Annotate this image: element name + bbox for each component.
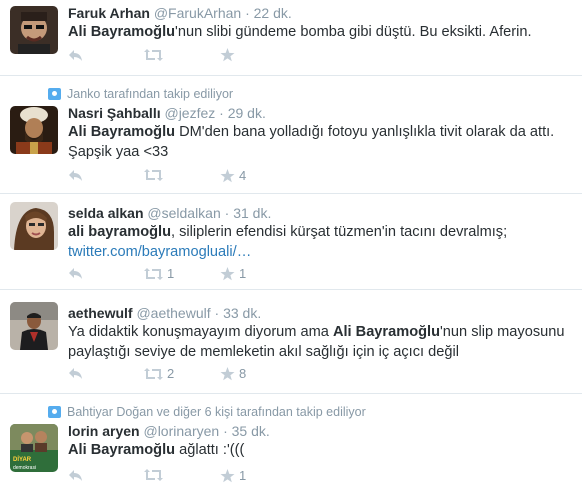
fullname[interactable]: lorin aryen	[68, 423, 140, 439]
reply-icon	[69, 368, 82, 379]
tweet-text-rest: 'nun slibi gündeme bomba gibi düştü. Bu …	[175, 24, 532, 40]
avatar[interactable]	[10, 6, 58, 54]
mention[interactable]: Ali Bayramoğlu	[68, 124, 175, 140]
reply-button[interactable]	[68, 468, 84, 482]
tweet-4[interactable]: aethewulf @aethewulf · 33 dk. Ya didakti…	[0, 290, 582, 394]
fullname[interactable]: Faruk Arhan	[68, 5, 150, 21]
handle[interactable]: @FarukArhan	[154, 5, 241, 21]
tweet-text: Ali Bayramoğlu'nun slibi gündeme bomba g…	[68, 22, 572, 42]
timestamp[interactable]: · 31 dk.	[225, 205, 272, 221]
favorite-icon	[220, 266, 235, 280]
favorite-button[interactable]: 8	[220, 366, 246, 381]
tweet-text: ali bayramoğlu, siliplerin efendisi kürş…	[68, 222, 572, 262]
tweet-text: Ali Bayramoğlu ağlattı :'(((	[68, 440, 572, 460]
favorite-button[interactable]: 1	[220, 468, 246, 483]
mention[interactable]: Ali Bayramoğlu	[68, 442, 175, 458]
tweet-text-rest: , siliplerin efendisi kürşat tüzmen'in t…	[171, 224, 508, 240]
retweet-icon	[144, 169, 163, 181]
follow-context[interactable]: Janko tarafından takip ediliyor	[48, 86, 233, 102]
reply-icon	[69, 470, 82, 481]
avatar[interactable]	[10, 302, 58, 350]
mention[interactable]: Ali Bayramoğlu	[333, 324, 440, 340]
avatar-text-2: demokrasi	[13, 465, 36, 471]
fullname[interactable]: aethewulf	[68, 305, 133, 321]
favorite-icon	[220, 468, 235, 482]
handle[interactable]: @lorinaryen	[143, 423, 219, 439]
tweet-text-line2: Şapşik yaa <33	[68, 144, 169, 160]
timestamp[interactable]: · 35 dk.	[223, 423, 270, 439]
mention[interactable]: ali bayramoğlu	[68, 224, 171, 240]
handle[interactable]: @aethewulf	[136, 305, 210, 321]
tweet-5[interactable]: Bahtiyar Doğan ve diğer 6 kişi tarafında…	[0, 394, 582, 492]
tweet-header: aethewulf @aethewulf · 33 dk.	[68, 304, 261, 322]
handle[interactable]: @seldalkan	[147, 205, 220, 221]
fullname[interactable]: selda alkan	[68, 205, 144, 221]
handle[interactable]: @jezfez	[164, 105, 215, 121]
favorite-count: 1	[239, 266, 247, 281]
tweet-text-line2: paylaştığı seviye de memleketin akıl sağ…	[68, 344, 459, 360]
reply-icon	[69, 50, 82, 61]
timestamp[interactable]: · 22 dk.	[245, 5, 292, 21]
favorite-icon	[220, 48, 235, 62]
tweet-3[interactable]: selda alkan @seldalkan · 31 dk. ali bayr…	[0, 194, 582, 290]
tweet-link[interactable]: twitter.com/bayramogluali/…	[68, 244, 251, 260]
favorite-count: 8	[239, 366, 247, 381]
follow-context-icon	[48, 88, 61, 100]
retweet-icon	[144, 367, 163, 380]
reply-icon	[69, 268, 82, 279]
follow-context-text: Janko tarafından takip ediliyor	[67, 87, 234, 101]
favorite-button[interactable]: 1	[220, 266, 246, 281]
tweet-text: Ya didaktik konuşmayayım diyorum ama Ali…	[68, 322, 572, 362]
tweet-text-pre: Ya didaktik konuşmayayım diyorum ama	[68, 324, 333, 340]
retweet-icon	[144, 267, 163, 280]
tweet-text-rest: 'nun slip mayosunu	[440, 324, 565, 340]
favorite-button[interactable]: 4	[220, 168, 246, 183]
retweet-button[interactable]: 2	[144, 366, 174, 381]
tweet-header: lorin aryen @lorinaryen · 35 dk.	[68, 422, 270, 440]
mention[interactable]: Ali Bayramoğlu	[68, 24, 175, 40]
tweet-text: Ali Bayramoğlu DM'den bana yolladığı fot…	[68, 122, 572, 162]
avatar[interactable]: DİYAR demokrasi	[10, 424, 58, 472]
retweet-count: 2	[167, 366, 175, 381]
reply-button[interactable]	[68, 366, 84, 380]
tweet-1[interactable]: Faruk Arhan @FarukArhan · 22 dk. Ali Bay…	[0, 0, 582, 76]
tweet-header: selda alkan @seldalkan · 31 dk.	[68, 204, 271, 222]
reply-icon	[69, 170, 82, 181]
retweet-icon	[144, 49, 163, 61]
favorite-icon	[220, 366, 235, 380]
timestamp[interactable]: · 33 dk.	[215, 305, 262, 321]
follow-context-text: Bahtiyar Doğan ve diğer 6 kişi tarafında…	[67, 405, 366, 419]
retweet-button[interactable]	[144, 48, 167, 62]
reply-button[interactable]	[68, 266, 84, 280]
tweet-header: Nasri Şahballı @jezfez · 29 dk.	[68, 104, 266, 122]
retweet-button[interactable]: 1	[144, 266, 174, 281]
favorite-count: 1	[239, 468, 247, 483]
avatar-text-1: DİYAR	[13, 456, 32, 463]
favorite-icon	[220, 168, 235, 182]
tweet-text-rest: DM'den bana yolladığı fotoyu yanlışlıkla…	[175, 124, 555, 140]
reply-button[interactable]	[68, 48, 84, 62]
retweet-icon	[144, 469, 163, 481]
avatar[interactable]	[10, 106, 58, 154]
tweet-2[interactable]: Janko tarafından takip ediliyor Nasri Şa…	[0, 76, 582, 194]
reply-button[interactable]	[68, 168, 84, 182]
follow-context[interactable]: Bahtiyar Doğan ve diğer 6 kişi tarafında…	[48, 404, 366, 420]
favorite-count: 4	[239, 168, 247, 183]
retweet-button[interactable]	[144, 468, 167, 482]
follow-context-icon	[48, 406, 61, 418]
tweet-header: Faruk Arhan @FarukArhan · 22 dk.	[68, 4, 292, 22]
fullname[interactable]: Nasri Şahballı	[68, 105, 161, 121]
favorite-button[interactable]	[220, 48, 239, 62]
timestamp[interactable]: · 29 dk.	[219, 105, 266, 121]
retweet-button[interactable]	[144, 168, 167, 182]
retweet-count: 1	[167, 266, 175, 281]
avatar[interactable]	[10, 202, 58, 250]
tweet-text-rest: ağlattı :'(((	[175, 442, 245, 458]
